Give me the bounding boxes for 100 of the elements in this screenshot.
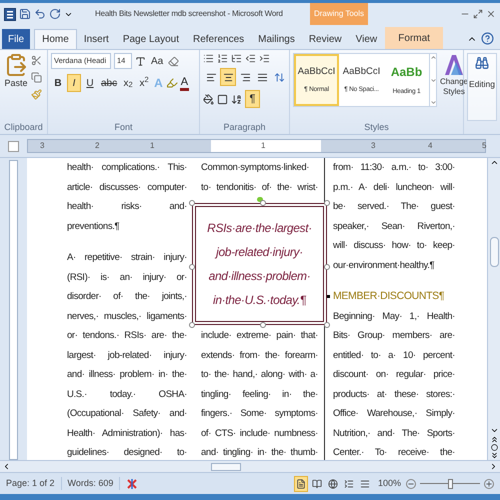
help-icon[interactable]: [481, 32, 494, 45]
resize-handle-icon[interactable]: [189, 200, 195, 206]
change-case-button[interactable]: Aa: [149, 54, 166, 68]
paste-button[interactable]: Paste: [3, 53, 29, 121]
text-line: of· CTS· include· numbness·: [201, 426, 318, 440]
align-icon: [256, 72, 268, 82]
page-count[interactable]: Page: 1 of 2: [0, 476, 62, 490]
app-icon[interactable]: [4, 8, 16, 20]
scroll-thumb[interactable]: [490, 237, 498, 267]
binoculars-icon: [475, 56, 489, 70]
format-button[interactable]: x$^{2}$: [137, 74, 152, 92]
text-line: and·illness·problem·: [208, 268, 310, 285]
text-line: RSIs·are·the·largest·: [207, 220, 312, 237]
decrease-indent-icon[interactable]: [245, 53, 256, 64]
highlighter-icon[interactable]: [166, 77, 178, 89]
proofing-icon[interactable]: [126, 478, 138, 490]
resize-handle-icon[interactable]: [324, 322, 330, 328]
next-page-icon[interactable]: [490, 451, 498, 460]
undo-icon[interactable]: [34, 8, 46, 20]
sort-icon[interactable]: [231, 94, 242, 104]
ruler-number: 2: [95, 140, 100, 152]
scroll-thumb[interactable]: [211, 462, 241, 470]
text-line: extends· from· the· forearm·: [201, 348, 318, 362]
ribbon-tab[interactable]: Page Layout: [116, 29, 186, 49]
zoom-in-icon[interactable]: [484, 478, 494, 488]
previous-page-icon[interactable]: [490, 435, 498, 444]
text-line: article· discusses· computer·: [67, 180, 187, 194]
text-line: discount· on· regular· price·: [333, 368, 455, 382]
ribbon-tab[interactable]: Home: [34, 29, 77, 49]
text-line: fingers.· Some· symptoms·: [201, 407, 318, 421]
group-label: Font: [113, 121, 134, 134]
ribbon-tab[interactable]: File: [2, 29, 30, 49]
text-line: nerves,· muscles,· ligaments·: [67, 310, 187, 324]
close-icon[interactable]: [486, 9, 496, 19]
scroll-right-icon[interactable]: [489, 462, 498, 471]
format-button[interactable]: I: [67, 74, 81, 92]
zoom-out-icon[interactable]: [406, 478, 416, 488]
multilevel-list-icon[interactable]: [231, 53, 242, 64]
tab-selector[interactable]: [8, 140, 19, 152]
line-spacing-icon[interactable]: [274, 72, 285, 82]
ribbon-tab[interactable]: Mailings: [251, 29, 302, 49]
text-line: and· illness· problem· in· the·: [67, 368, 187, 382]
text-box[interactable]: RSIs·are·the·largest· job-related·injury· and·illness·problem· in·the·U.S.·today.¶: [192, 203, 327, 325]
view-button[interactable]: [294, 476, 308, 492]
font-color-button[interactable]: A: [180, 76, 190, 90]
text-line: disorder· of· the· joints,·: [67, 290, 187, 304]
resize-handle-icon[interactable]: [189, 264, 195, 270]
rotate-handle-icon[interactable]: [256, 197, 262, 202]
horizontal-ruler[interactable]: 3 2 1 1 3 4 5: [27, 139, 486, 153]
align-button[interactable]: [220, 68, 236, 86]
cut-icon[interactable]: [31, 55, 42, 66]
borders-icon[interactable]: [217, 94, 228, 104]
more-icon[interactable]: [430, 99, 436, 106]
clear-formatting-icon[interactable]: [168, 56, 180, 66]
ribbon-tab[interactable]: Format: [385, 27, 444, 49]
text-line: will· discuss· how· to· keep·: [333, 239, 455, 253]
shading-icon[interactable]: [203, 94, 214, 104]
copy-icon[interactable]: [31, 72, 42, 83]
increase-indent-icon[interactable]: [259, 53, 270, 64]
text-line: Center.· To· receive· the·: [333, 446, 455, 460]
scroll-down-icon[interactable]: [490, 426, 498, 435]
zoom-thumb[interactable]: [448, 478, 453, 488]
vertical-scrollbar[interactable]: [487, 158, 500, 460]
text-line: job-related·injury·: [216, 244, 303, 261]
ribbon-tab[interactable]: Review: [302, 29, 349, 49]
zoom-slider[interactable]: [420, 478, 480, 488]
change-styles-button[interactable]: Change Styles: [440, 53, 468, 121]
text-line: products· at· these· stores:·: [333, 388, 455, 402]
view-icon: [312, 478, 322, 488]
bullets-icon[interactable]: [203, 53, 214, 64]
grow-font-icon[interactable]: [135, 56, 146, 66]
restore-icon[interactable]: [473, 9, 483, 19]
horizontal-scrollbar[interactable]: [0, 460, 500, 472]
word-count[interactable]: Words: 609: [62, 476, 120, 490]
save-icon[interactable]: [19, 8, 31, 20]
browse-object-icon[interactable]: [490, 444, 498, 451]
text-line: to· tendonitis· of· the· wrist·: [201, 180, 318, 194]
view-icon: [360, 478, 370, 488]
numbering-icon[interactable]: [217, 53, 228, 64]
editing-button[interactable]: Editing: [467, 53, 497, 121]
format-button[interactable]: B: [51, 74, 65, 92]
zoom-level[interactable]: 100%: [378, 476, 401, 490]
text-line: health· complications.· This·: [67, 161, 187, 175]
format-button[interactable]: abc: [99, 74, 120, 92]
ribbon-tab[interactable]: References: [186, 29, 252, 49]
format-button[interactable]: U: [83, 74, 97, 92]
view-icon: [328, 478, 338, 488]
redo-icon[interactable]: [49, 8, 61, 20]
text-line: (Occupational· Safety· and·: [67, 407, 187, 421]
resize-handle-icon[interactable]: [324, 200, 330, 206]
show-marks-button[interactable]: ¶: [245, 90, 260, 108]
scroll-left-icon[interactable]: [2, 462, 11, 471]
ribbon-tab[interactable]: View: [348, 29, 384, 49]
ribbon-tab[interactable]: Insert: [76, 29, 116, 49]
styles-icon: [443, 53, 465, 77]
scroll-up-icon[interactable]: [490, 158, 498, 167]
text-line: Nutrition,· and· The· Sports·: [333, 426, 455, 440]
resize-handle-icon[interactable]: [189, 322, 195, 328]
format-button[interactable]: x$_{2}$: [121, 74, 136, 92]
ruler-number: 3: [371, 140, 376, 152]
